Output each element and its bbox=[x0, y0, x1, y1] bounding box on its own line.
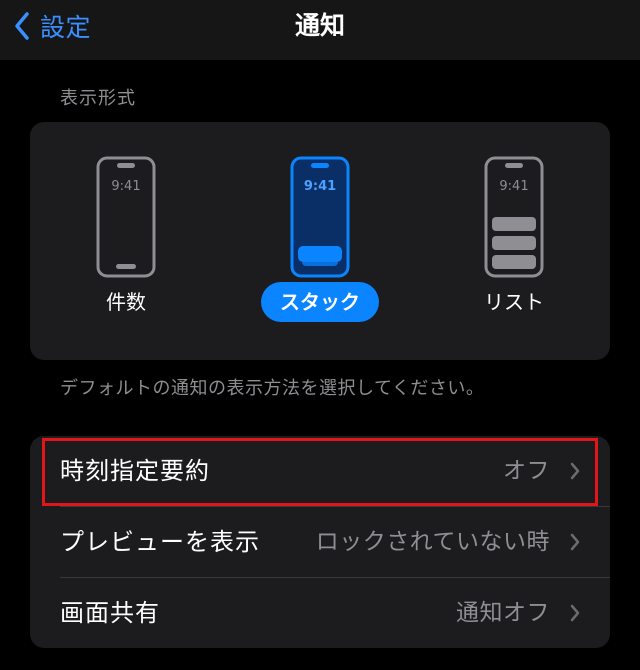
show-previews-row[interactable]: プレビューを表示 ロックされていない時 bbox=[30, 507, 610, 577]
show-previews-value: ロックされていない時 bbox=[315, 529, 550, 555]
display-option-stack[interactable]: 9:41 スタック bbox=[250, 122, 390, 360]
display-style-card: 9:41 件数 9:41 スタック 9:41 リスト bbox=[30, 122, 610, 360]
screen-sharing-label: 画面共有 bbox=[60, 599, 160, 627]
settings-group: 時刻指定要約 オフ プレビューを表示 ロックされていない時 画面共有 通知オフ bbox=[30, 436, 610, 648]
display-option-count[interactable]: 9:41 件数 bbox=[56, 122, 196, 360]
phone-list-time: 9:41 bbox=[499, 179, 528, 194]
display-style-section-label: 表示形式 bbox=[60, 88, 136, 109]
phone-stack-icon: 9:41 bbox=[290, 156, 350, 278]
chevron-right-icon bbox=[570, 462, 580, 484]
display-option-list-label: リスト bbox=[484, 290, 544, 314]
phone-count-time: 9:41 bbox=[111, 179, 140, 194]
scheduled-summary-label: 時刻指定要約 bbox=[60, 457, 210, 485]
scheduled-summary-value: オフ bbox=[503, 458, 550, 484]
chevron-right-icon bbox=[570, 604, 580, 626]
navigation-bar: 設定 通知 bbox=[0, 0, 640, 60]
page-title: 通知 bbox=[294, 11, 345, 40]
scheduled-summary-row[interactable]: 時刻指定要約 オフ bbox=[30, 436, 610, 506]
phone-stack-time: 9:41 bbox=[304, 179, 336, 194]
screen-sharing-value: 通知オフ bbox=[456, 600, 550, 626]
display-option-stack-label: スタック bbox=[261, 282, 379, 322]
screen-sharing-row[interactable]: 画面共有 通知オフ bbox=[30, 578, 610, 648]
show-previews-label: プレビューを表示 bbox=[60, 528, 260, 556]
display-option-list[interactable]: 9:41 リスト bbox=[444, 122, 584, 360]
display-option-count-label: 件数 bbox=[106, 290, 146, 314]
phone-count-icon: 9:41 bbox=[96, 156, 156, 278]
chevron-right-icon bbox=[570, 533, 580, 555]
phone-list-icon: 9:41 bbox=[484, 156, 544, 278]
display-style-footer: デフォルトの通知の表示方法を選択してください。 bbox=[60, 378, 485, 399]
